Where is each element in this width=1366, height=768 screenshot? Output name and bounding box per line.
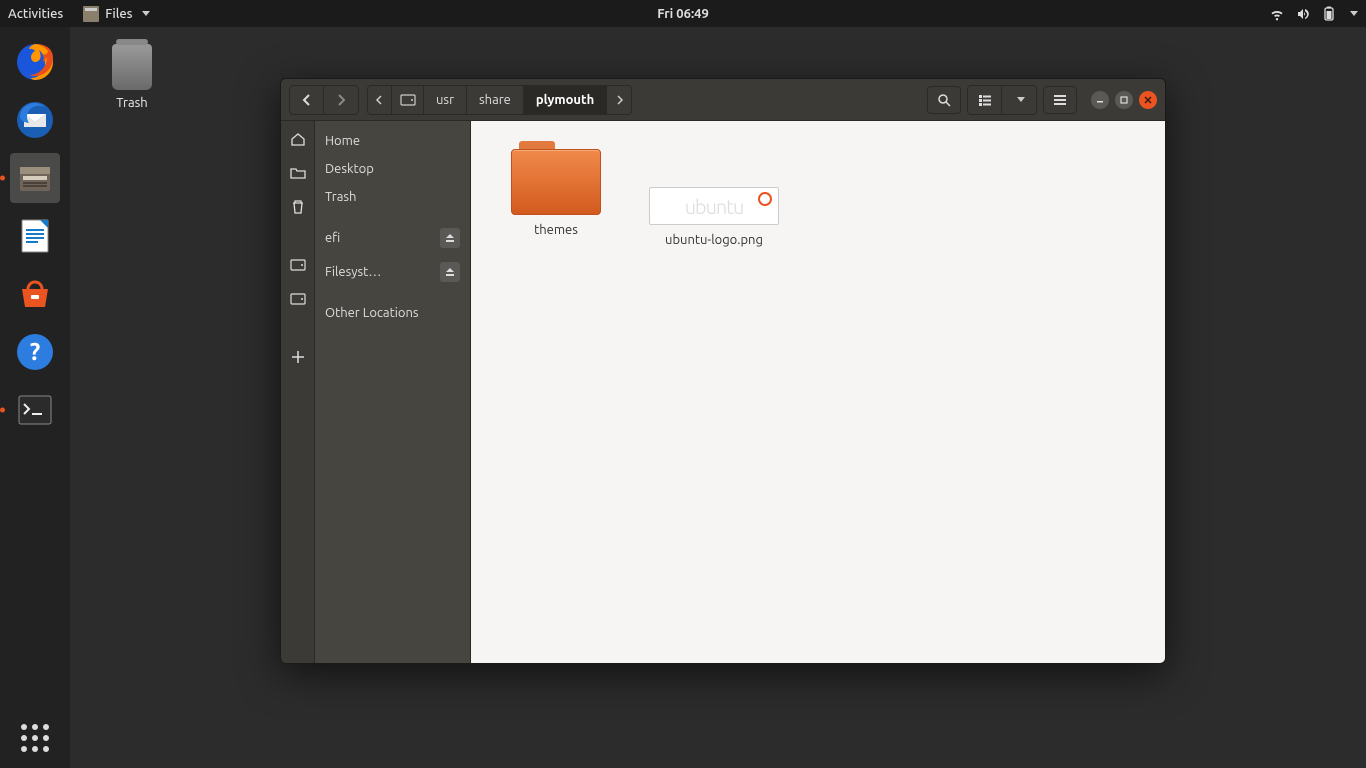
dock-terminal[interactable]: [10, 385, 60, 435]
battery-icon: [1321, 6, 1337, 22]
app-menu-files[interactable]: Files: [83, 6, 149, 22]
wifi-icon: [1269, 6, 1285, 22]
dock-firefox[interactable]: [10, 37, 60, 87]
back-button[interactable]: [290, 86, 324, 114]
system-tray[interactable]: [1269, 6, 1358, 22]
path-overflow-left[interactable]: [368, 86, 392, 114]
view-dropdown-button[interactable]: [1002, 86, 1036, 114]
app-menu-label: Files: [105, 7, 132, 21]
clock[interactable]: Fri 06:49: [657, 7, 709, 21]
plus-icon: [290, 349, 306, 365]
dock: ?: [0, 27, 70, 768]
search-icon: [937, 93, 951, 107]
desktop-trash-label: Trash: [100, 96, 164, 110]
path-seg-share[interactable]: share: [467, 86, 524, 114]
sidebar-filesystem[interactable]: Filesyst…: [315, 255, 470, 289]
dock-files[interactable]: [10, 153, 60, 203]
view-list-button[interactable]: [968, 86, 1002, 114]
volume-icon: [1295, 6, 1311, 22]
path-root-disk[interactable]: [392, 86, 424, 114]
sidebar-other-locations[interactable]: Other Locations: [315, 299, 470, 327]
svg-text:?: ?: [30, 338, 41, 365]
window-maximize[interactable]: [1115, 91, 1133, 109]
window-minimize[interactable]: [1091, 91, 1109, 109]
titlebar: usr share plymouth: [281, 79, 1165, 121]
forward-button[interactable]: [324, 86, 358, 114]
eject-icon: [445, 267, 455, 277]
eject-filesystem-button[interactable]: [440, 262, 460, 282]
sidebar-home[interactable]: Home: [315, 127, 470, 155]
folder-icon: [290, 165, 306, 181]
file-view[interactable]: themes ubuntu ubuntu-logo.png: [471, 121, 1165, 663]
files-window: usr share plymouth: [280, 78, 1166, 664]
folder-icon: [511, 141, 601, 215]
sidebar-trash[interactable]: Trash: [315, 183, 470, 211]
disk-icon: [290, 257, 306, 273]
dock-libreoffice-writer[interactable]: [10, 211, 60, 261]
eject-icon: [445, 233, 455, 243]
hamburger-menu-button[interactable]: [1043, 86, 1077, 114]
image-thumb-icon: ubuntu: [649, 187, 779, 225]
chevron-down-icon: [142, 11, 150, 16]
chevron-down-icon: [1017, 97, 1025, 102]
activities-button[interactable]: Activities: [8, 7, 63, 21]
disk-icon: [290, 291, 306, 307]
sidebar-efi[interactable]: efi: [315, 221, 470, 255]
file-item-folder-themes[interactable]: themes: [491, 141, 621, 237]
hamburger-icon: [1053, 93, 1067, 107]
path-overflow-right[interactable]: [607, 86, 631, 114]
dock-help[interactable]: ?: [10, 327, 60, 377]
list-view-icon: [978, 93, 992, 107]
places-icon-bar: [281, 121, 315, 663]
eject-efi-button[interactable]: [440, 228, 460, 248]
dock-thunderbird[interactable]: [10, 95, 60, 145]
nav-buttons: [289, 85, 359, 115]
show-applications[interactable]: [0, 724, 70, 752]
dock-software[interactable]: [10, 269, 60, 319]
pathbar: usr share plymouth: [367, 85, 632, 115]
file-item-image-ubuntu-logo[interactable]: ubuntu ubuntu-logo.png: [649, 141, 779, 247]
trash-icon: [290, 199, 306, 215]
file-label: ubuntu-logo.png: [649, 233, 779, 247]
sidebar: Home Desktop Trash efi Filesyst… Other L…: [315, 121, 471, 663]
system-menu-chevron-icon: [1350, 11, 1358, 16]
files-mini-icon: [83, 6, 99, 22]
window-close[interactable]: [1139, 91, 1157, 109]
home-icon: [290, 131, 306, 147]
trash-icon: [112, 44, 152, 90]
file-label: themes: [491, 223, 621, 237]
path-seg-usr[interactable]: usr: [424, 86, 467, 114]
search-button[interactable]: [927, 86, 961, 114]
path-seg-plymouth[interactable]: plymouth: [524, 86, 607, 114]
top-bar: Activities Files Fri 06:49: [0, 0, 1366, 27]
disk-icon: [400, 92, 416, 108]
desktop-trash[interactable]: Trash: [100, 44, 164, 110]
sidebar-desktop[interactable]: Desktop: [315, 155, 470, 183]
